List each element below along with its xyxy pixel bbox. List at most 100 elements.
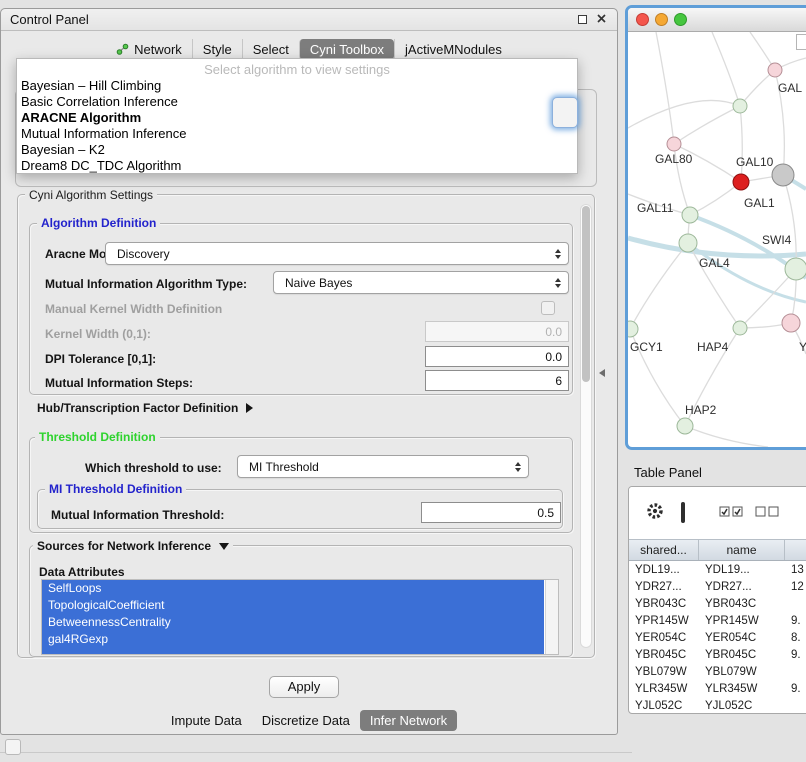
algorithm-dropdown-popup: Select algorithm to view settings Bayesi… bbox=[16, 58, 578, 174]
table-cell[interactable]: YBR043C bbox=[699, 598, 785, 610]
apply-button[interactable]: Apply bbox=[269, 676, 339, 698]
table-cell[interactable]: YDR27... bbox=[699, 581, 785, 593]
column-selector-button[interactable] bbox=[681, 504, 685, 522]
table-cell[interactable]: YDL19... bbox=[629, 564, 699, 576]
table-cell[interactable]: YBR043C bbox=[629, 598, 699, 610]
dropdown-item[interactable]: Bayesian – Hill Climbing bbox=[17, 78, 577, 94]
dpi-tolerance-field[interactable] bbox=[425, 346, 569, 367]
network-node[interactable] bbox=[682, 207, 698, 223]
tab-label: Style bbox=[203, 42, 232, 57]
table-cell[interactable]: 12 bbox=[785, 581, 806, 593]
kernel-width-field[interactable] bbox=[425, 321, 569, 342]
deselect-all-button[interactable] bbox=[755, 506, 779, 517]
table-cell[interactable]: YDL19... bbox=[699, 564, 785, 576]
network-node[interactable] bbox=[733, 174, 749, 190]
table-cell[interactable]: 9. bbox=[785, 683, 806, 695]
dropdown-item-selected[interactable]: ARACNE Algorithm bbox=[17, 110, 577, 126]
table-cell[interactable]: YBL079W bbox=[629, 666, 699, 678]
minimize-button[interactable] bbox=[655, 13, 668, 26]
mi-algorithm-type-combobox[interactable]: Naive Bayes bbox=[273, 271, 569, 294]
tab-jactivemnodules[interactable]: jActiveMNodules bbox=[394, 39, 512, 60]
tab-style[interactable]: Style bbox=[192, 39, 242, 60]
table-cell[interactable]: YBL079W bbox=[699, 666, 785, 678]
table-cell[interactable]: YER054C bbox=[699, 632, 785, 644]
network-node[interactable] bbox=[785, 258, 806, 280]
dropdown-item[interactable]: Bayesian – K2 bbox=[17, 142, 577, 158]
network-window-titlebar bbox=[628, 8, 806, 32]
table-cell[interactable]: 9. bbox=[785, 615, 806, 627]
list-item[interactable]: SelfLoops bbox=[42, 580, 544, 597]
tab-discretize-data[interactable]: Discretize Data bbox=[252, 710, 360, 731]
table-cell[interactable]: 8. bbox=[785, 632, 806, 644]
table-cell[interactable]: YLR345W bbox=[699, 683, 785, 695]
network-node[interactable] bbox=[677, 418, 693, 434]
table-cell[interactable]: YBR045C bbox=[629, 649, 699, 661]
network-node[interactable] bbox=[772, 164, 794, 186]
float-window-button[interactable] bbox=[578, 12, 587, 27]
dropdown-item[interactable]: Dream8 DC_TDC Algorithm bbox=[17, 158, 577, 174]
network-node[interactable] bbox=[768, 63, 782, 77]
tab-impute-data[interactable]: Impute Data bbox=[161, 710, 252, 731]
close-icon bbox=[596, 13, 607, 24]
mi-steps-field[interactable] bbox=[425, 370, 569, 391]
zoom-button[interactable] bbox=[674, 13, 687, 26]
column-header-shared-name[interactable]: shared... bbox=[629, 540, 699, 560]
network-node[interactable] bbox=[628, 321, 638, 337]
dropdown-item[interactable]: Basic Correlation Inference bbox=[17, 94, 577, 110]
table-cell[interactable]: YJL052C bbox=[629, 700, 699, 712]
which-threshold-combobox[interactable]: MI Threshold bbox=[237, 455, 529, 478]
list-item[interactable]: BetweennessCentrality bbox=[42, 614, 544, 631]
algorithm-settings-button[interactable] bbox=[552, 97, 578, 128]
network-node[interactable] bbox=[733, 321, 747, 335]
close-window-button[interactable] bbox=[596, 12, 607, 27]
close-button[interactable] bbox=[636, 13, 649, 26]
combobox-arrows-icon bbox=[555, 249, 561, 259]
mi-threshold-definition-title: MI Threshold Definition bbox=[45, 482, 186, 496]
algorithm-definition-title: Algorithm Definition bbox=[37, 216, 160, 230]
splitter-collapse-arrow[interactable] bbox=[599, 369, 605, 377]
list-item[interactable]: TopologicalCoefficient bbox=[42, 597, 544, 614]
sources-expander[interactable]: Sources for Network Inference bbox=[33, 539, 233, 553]
table-cell[interactable]: 13 bbox=[785, 564, 806, 576]
table-cell[interactable]: YER054C bbox=[629, 632, 699, 644]
table-settings-button[interactable] bbox=[645, 501, 665, 526]
threshold-definition-title: Threshold Definition bbox=[35, 430, 160, 444]
tab-label: Discretize Data bbox=[262, 713, 350, 728]
table-cell[interactable]: YPR145W bbox=[699, 615, 785, 627]
table-row: YPR145W YPR145W 9. bbox=[629, 612, 806, 629]
network-scrollbar-stub[interactable] bbox=[796, 34, 806, 50]
tab-select[interactable]: Select bbox=[242, 39, 299, 60]
table-cell[interactable]: YDR27... bbox=[629, 581, 699, 593]
gear-icon bbox=[645, 501, 665, 521]
list-item[interactable]: gal4RGexp bbox=[42, 631, 544, 648]
settings-scrollbar-thumb[interactable] bbox=[582, 206, 590, 382]
list-scrollbar[interactable] bbox=[545, 580, 558, 654]
tab-network[interactable]: Network bbox=[106, 39, 192, 60]
table-cell[interactable]: YLR345W bbox=[629, 683, 699, 695]
network-node[interactable] bbox=[679, 234, 697, 252]
node-label: GAL80 bbox=[655, 152, 693, 166]
tab-cyni-toolbox[interactable]: Cyni Toolbox bbox=[299, 39, 394, 60]
dropdown-item[interactable]: Mutual Information Inference bbox=[17, 126, 577, 142]
collapsed-panel-icon[interactable] bbox=[5, 739, 21, 755]
table-cell[interactable]: YPR145W bbox=[629, 615, 699, 627]
select-all-button[interactable] bbox=[719, 506, 743, 517]
table-row: YJL052C YJL052C bbox=[629, 697, 806, 714]
table-cell[interactable]: YBR045C bbox=[699, 649, 785, 661]
column-header[interactable] bbox=[785, 540, 806, 560]
aracne-mode-combobox[interactable]: Discovery bbox=[105, 242, 569, 265]
network-node[interactable] bbox=[733, 99, 747, 113]
mi-threshold-field[interactable] bbox=[421, 502, 561, 523]
table-toolbar bbox=[629, 487, 806, 539]
manual-kernel-width-checkbox[interactable] bbox=[541, 301, 555, 315]
node-label: HAP2 bbox=[685, 403, 717, 417]
network-node[interactable] bbox=[782, 314, 800, 332]
settings-scrollbar[interactable] bbox=[580, 204, 592, 648]
hub-transcription-factor-expander[interactable]: Hub/Transcription Factor Definition bbox=[33, 401, 257, 415]
list-item[interactable] bbox=[42, 648, 544, 655]
table-cell[interactable]: 9. bbox=[785, 649, 806, 661]
column-header-name[interactable]: name bbox=[699, 540, 785, 560]
network-node[interactable] bbox=[667, 137, 681, 151]
table-cell[interactable]: YJL052C bbox=[699, 700, 785, 712]
tab-infer-network[interactable]: Infer Network bbox=[360, 710, 457, 731]
